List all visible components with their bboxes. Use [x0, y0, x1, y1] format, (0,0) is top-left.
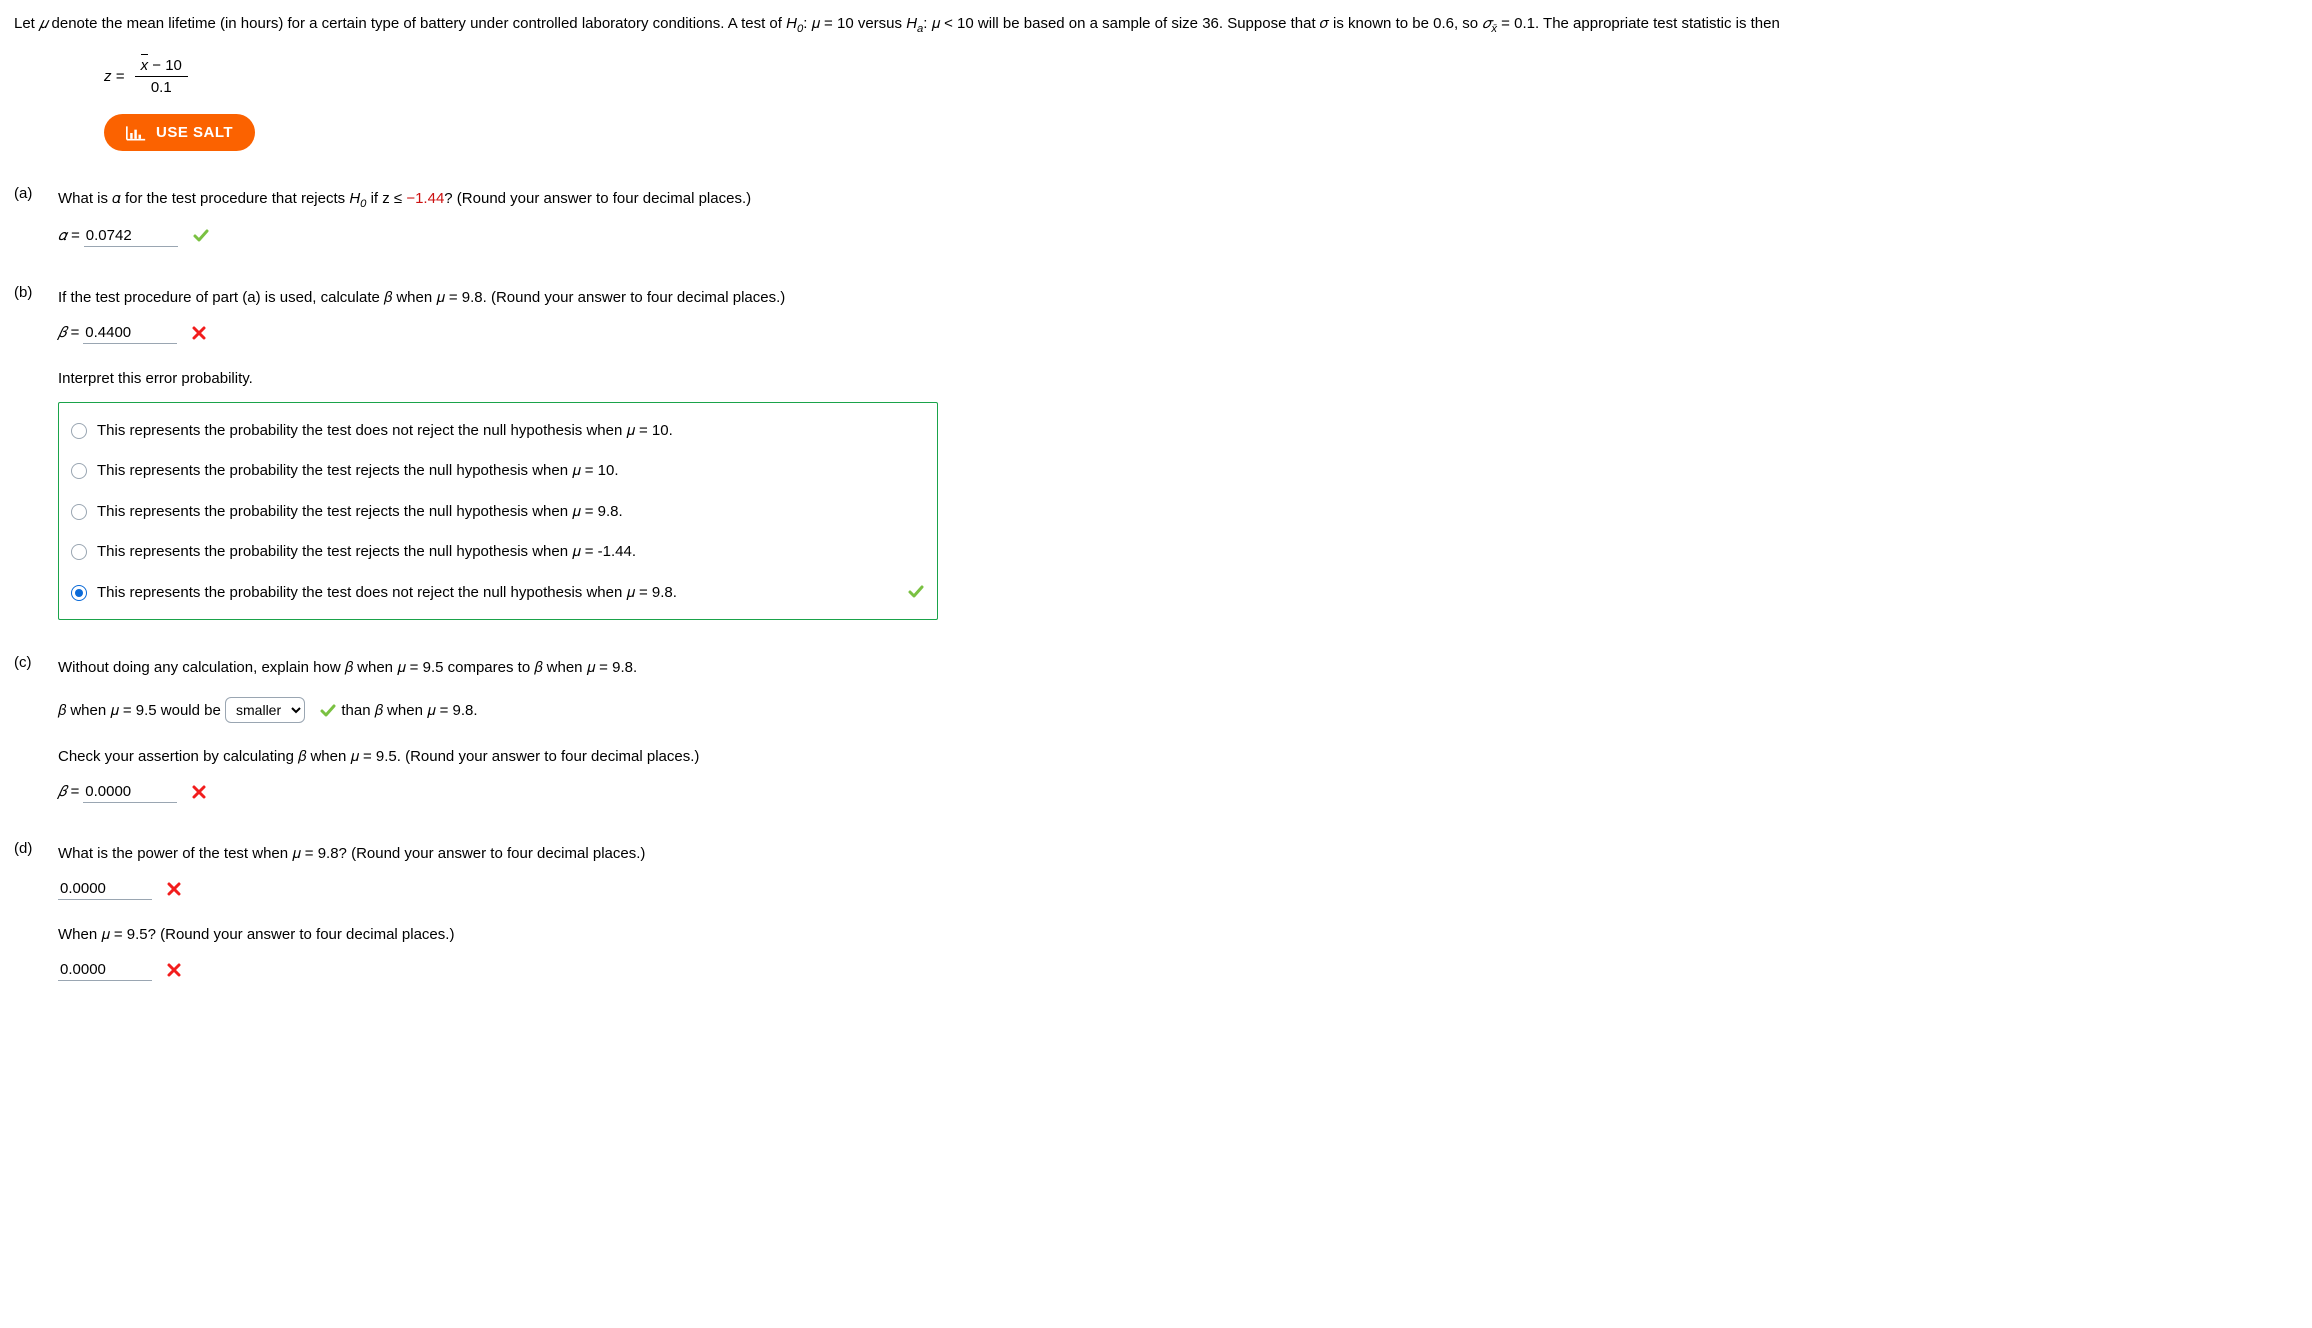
sigma-xbar: 𝜎x̄ — [1482, 15, 1497, 32]
compare-dropdown[interactable]: smaller — [225, 697, 305, 723]
text: : 𝜇 < 10 will be based on a sample of si… — [923, 15, 1482, 32]
beta-label: 𝛽 = — [58, 324, 79, 341]
alpha-label: 𝛼 = — [58, 227, 80, 244]
part-a: (a) What is 𝛼 for the test procedure tha… — [14, 185, 2298, 250]
option-label-2[interactable]: This represents the probability the test… — [97, 498, 623, 527]
check-icon — [192, 227, 210, 245]
text: ? (Round your answer to four decimal pla… — [444, 190, 751, 207]
power-input-1[interactable] — [58, 878, 152, 900]
xbar: x — [141, 57, 149, 74]
neg-value: −1.44 — [406, 190, 444, 207]
check-assertion: Check your assertion by calculating 𝛽 wh… — [58, 743, 2298, 772]
option-label-4[interactable]: This represents the probability the test… — [97, 579, 677, 608]
option-radio-1[interactable] — [71, 463, 87, 479]
x-icon — [191, 325, 207, 341]
text: if z ≤ — [366, 190, 406, 207]
H0: H0 — [349, 190, 366, 207]
option-radio-4[interactable] — [71, 585, 87, 601]
option-label-3[interactable]: This represents the probability the test… — [97, 538, 636, 567]
power-input-2[interactable] — [58, 959, 152, 981]
option-radio-0[interactable] — [71, 423, 87, 439]
check-icon — [907, 583, 925, 612]
part-d: (d) What is the power of the test when 𝜇… — [14, 840, 2298, 984]
text: 𝛽 when 𝜇 = 9.5 would be — [58, 702, 225, 719]
part-d-label: (d) — [14, 840, 42, 984]
Ha: Ha — [906, 15, 923, 32]
part-c-label: (c) — [14, 654, 42, 806]
text: Let — [14, 15, 39, 32]
check-icon — [319, 702, 337, 720]
interpret-label: Interpret this error probability. — [58, 365, 2298, 394]
option-label-0[interactable]: This represents the probability the test… — [97, 417, 673, 446]
x-icon — [166, 881, 182, 897]
salt-bar-chart-icon — [126, 125, 146, 141]
option-radio-2[interactable] — [71, 504, 87, 520]
question-2: When 𝜇 = 9.5? (Round your answer to four… — [58, 921, 2298, 950]
interpret-options: This represents the probability the test… — [58, 402, 938, 621]
problem-intro: Let 𝜇 denote the mean lifetime (in hours… — [14, 10, 2298, 39]
minus-ten: − 10 — [148, 57, 182, 74]
text: : 𝜇 = 10 versus — [803, 15, 906, 32]
x-icon — [191, 784, 207, 800]
z-equals: z = — [104, 68, 124, 85]
alpha-input[interactable] — [84, 225, 178, 247]
x-icon — [166, 962, 182, 978]
text: denote the mean lifetime (in hours) for … — [47, 15, 786, 32]
option-label-1[interactable]: This represents the probability the test… — [97, 457, 619, 486]
text: = 0.1. The appropriate test statistic is… — [1497, 15, 1780, 32]
question: If the test procedure of part (a) is use… — [58, 284, 2298, 313]
beta-label: 𝛽 = — [58, 783, 79, 800]
part-b-label: (b) — [14, 284, 42, 620]
use-salt-button[interactable]: USE SALT — [104, 114, 255, 151]
option-radio-3[interactable] — [71, 544, 87, 560]
denominator: 0.1 — [135, 77, 188, 96]
text: than 𝛽 when 𝜇 = 9.8. — [341, 702, 477, 719]
part-c: (c) Without doing any calculation, expla… — [14, 654, 2298, 806]
beta-input-b[interactable] — [83, 322, 177, 344]
part-a-label: (a) — [14, 185, 42, 250]
test-statistic-formula: z = x − 10 0.1 — [14, 39, 2298, 114]
text: What is 𝛼 for the test procedure that re… — [58, 190, 349, 207]
H0: H0 — [786, 15, 803, 32]
question: Without doing any calculation, explain h… — [58, 654, 2298, 683]
beta-input-c[interactable] — [83, 781, 177, 803]
salt-label: USE SALT — [156, 124, 233, 141]
part-b: (b) If the test procedure of part (a) is… — [14, 284, 2298, 620]
question: What is the power of the test when 𝜇 = 9… — [58, 840, 2298, 869]
